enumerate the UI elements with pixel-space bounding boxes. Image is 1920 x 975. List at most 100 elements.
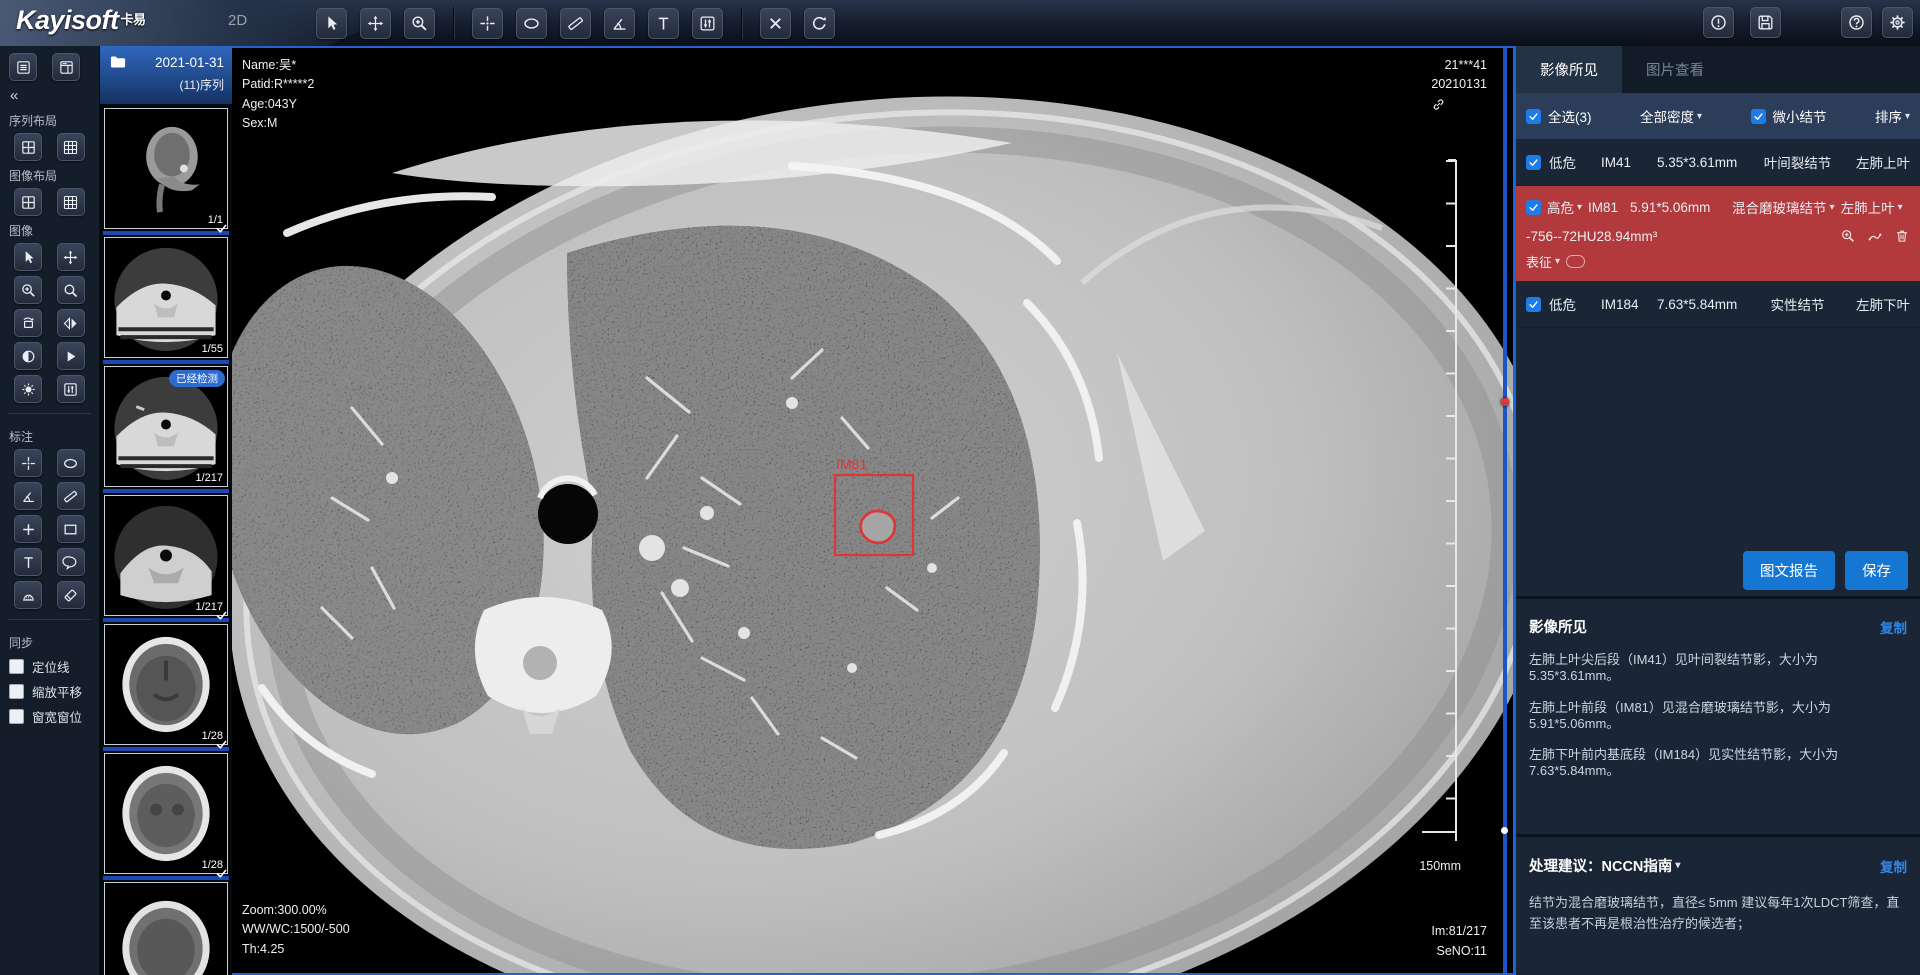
delete-annotation-button[interactable] (760, 8, 791, 39)
pan-tool-button[interactable] (360, 8, 391, 39)
micro-nodule-checkbox[interactable] (1751, 109, 1766, 124)
reset-button[interactable] (804, 8, 835, 39)
study-header[interactable]: 2021-01-31 (11)序列 (100, 46, 232, 104)
nodule-row[interactable]: 低危 IM184 7.63*5.84mm 实性结节 左肺下叶 (1516, 281, 1920, 328)
window-level-tool-button[interactable] (692, 8, 723, 39)
nodule-location: 左肺下叶 (1840, 294, 1910, 314)
angle-tool-button[interactable] (604, 8, 635, 39)
series-panel-tab[interactable] (9, 53, 37, 81)
image-grid-3x3-button[interactable] (57, 188, 85, 216)
nodule-type: 实性结节 (1763, 294, 1832, 314)
link-icon[interactable] (1431, 97, 1487, 112)
main-image-viewport[interactable]: IM81 Name:吴* Patid:R*****2 Age:043Y Sex:… (232, 46, 1513, 975)
advice-title: 处理建议： (1529, 855, 1602, 876)
help-button[interactable] (1841, 7, 1872, 38)
ellipse-annotation-button[interactable] (57, 449, 85, 477)
nodule-row[interactable]: 低危 IM41 5.35*3.61mm 叶间裂结节 左肺上叶 (1516, 139, 1920, 186)
eraser-button[interactable] (57, 581, 85, 609)
app-logo-cn: 卡易 (121, 12, 146, 27)
crosshair-tool-button[interactable] (472, 8, 503, 39)
nodule-checkbox[interactable] (1526, 155, 1541, 170)
magnify-nodule-icon[interactable] (1840, 228, 1856, 244)
risk-dropdown[interactable]: 高危 ▾ (1547, 197, 1582, 217)
series-thumbnail[interactable]: 1/1 (104, 108, 228, 229)
copy-findings-link[interactable]: 复制 (1880, 617, 1907, 637)
cobb-arch-annotation-button[interactable] (14, 581, 42, 609)
type-dropdown[interactable]: 混合磨玻璃结节 ▾ (1732, 197, 1835, 217)
rectangle-annotation-button[interactable] (57, 515, 85, 543)
density-filter-dropdown[interactable]: 全部密度 ▾ (1640, 106, 1702, 126)
copy-advice-link[interactable]: 复制 (1880, 856, 1907, 876)
series-thumbnail[interactable]: 1/55 (104, 237, 228, 358)
ellipse-tool-button[interactable] (516, 8, 547, 39)
nodule-row-selected[interactable]: 高危 ▾ IM81 5.91*5.06mm 混合磨玻璃结节 ▾ 左肺上叶 ▾ -… (1516, 186, 1920, 281)
series-thumbnail[interactable]: 1/28 (104, 624, 228, 745)
feature-dropdown[interactable]: 表征 ▾ (1526, 252, 1560, 271)
scroll-position-marker[interactable] (1501, 398, 1509, 406)
settings-button[interactable] (1882, 7, 1913, 38)
series-thumbnail[interactable]: 已经检测 1/217 (104, 366, 228, 487)
window-level-button[interactable] (57, 375, 85, 403)
tab-findings[interactable]: 影像所见 (1516, 46, 1622, 93)
tab-image-view[interactable]: 图片查看 (1622, 46, 1728, 93)
pointer-tool-button[interactable] (14, 243, 42, 271)
brightness-button[interactable] (14, 375, 42, 403)
ruler-tool-button[interactable] (560, 8, 591, 39)
nodule-checkbox[interactable] (1526, 297, 1541, 312)
point-annotation-button[interactable] (14, 515, 42, 543)
invert-button[interactable] (14, 342, 42, 370)
text-tool-button[interactable] (648, 8, 679, 39)
flip-image-button[interactable] (57, 309, 85, 337)
angle-annotation-button[interactable] (14, 482, 42, 510)
checkbox-unchecked[interactable] (9, 684, 24, 699)
image-grid-2x2-button[interactable] (14, 188, 42, 216)
sync-option-zoom-pan[interactable]: 缩放平移 (0, 679, 99, 704)
collapse-sidebar-button[interactable]: « (0, 87, 99, 107)
location-dropdown[interactable]: 左肺上叶 ▾ (1841, 197, 1903, 217)
series-thumbnail[interactable] (104, 882, 228, 975)
patient-name: Name:吴* (242, 56, 314, 75)
callout-annotation-button[interactable] (57, 548, 85, 576)
crosshair-annotation-button[interactable] (14, 449, 42, 477)
save-button[interactable]: 保存 (1845, 551, 1908, 590)
series-grid-3x3-button[interactable] (57, 133, 85, 161)
scroll-annotation-marker[interactable] (1501, 827, 1508, 834)
series-thumbnail[interactable]: 1/28 (104, 753, 228, 874)
alert-button[interactable] (1703, 7, 1734, 38)
nodule-id: IM41 (1601, 155, 1649, 170)
thumbnail-index: 1/55 (202, 343, 223, 355)
ct-axial-image[interactable]: IM81 (232, 48, 1513, 973)
sync-option-localizer[interactable]: 定位线 (0, 654, 99, 679)
sidebar-divider (8, 619, 91, 620)
sidebar-divider (8, 413, 91, 414)
checkbox-unchecked[interactable] (9, 709, 24, 724)
route-icon[interactable] (1867, 228, 1883, 244)
zoom-in-button[interactable] (14, 276, 42, 304)
save-image-button[interactable] (1750, 7, 1781, 38)
nodule-checkbox[interactable] (1526, 200, 1541, 215)
report-button[interactable]: 图文报告 (1743, 551, 1835, 590)
cine-play-button[interactable] (57, 342, 85, 370)
checkbox-unchecked[interactable] (9, 659, 24, 674)
risk-level: 低危 (1549, 152, 1593, 172)
magnify-button[interactable] (57, 276, 85, 304)
image-scrollbar[interactable] (1503, 48, 1507, 973)
guideline-dropdown[interactable]: NCCN指南 ▾ (1602, 855, 1681, 876)
series-grid-2x2-button[interactable] (14, 133, 42, 161)
pointer-tool-button[interactable] (316, 8, 347, 39)
findings-title: 影像所见 (1529, 616, 1587, 637)
thumbnail-index: 1/217 (195, 472, 223, 484)
trash-icon[interactable] (1894, 228, 1910, 244)
rotate-image-button[interactable] (14, 309, 42, 337)
sync-option-window-level[interactable]: 窗宽窗位 (0, 704, 99, 729)
series-number: SeNO:11 (1431, 942, 1487, 961)
text-annotation-button[interactable] (14, 548, 42, 576)
ruler-annotation-button[interactable] (57, 482, 85, 510)
zoom-tool-button[interactable] (404, 8, 435, 39)
select-all-checkbox[interactable] (1526, 109, 1541, 124)
sort-dropdown[interactable]: 排序 ▾ (1875, 106, 1910, 126)
pan-tool-button[interactable] (57, 243, 85, 271)
series-thumbnail[interactable]: 1/217 (104, 495, 228, 616)
patient-age: Age:043Y (242, 95, 314, 114)
layout-panel-tab[interactable] (52, 53, 80, 81)
